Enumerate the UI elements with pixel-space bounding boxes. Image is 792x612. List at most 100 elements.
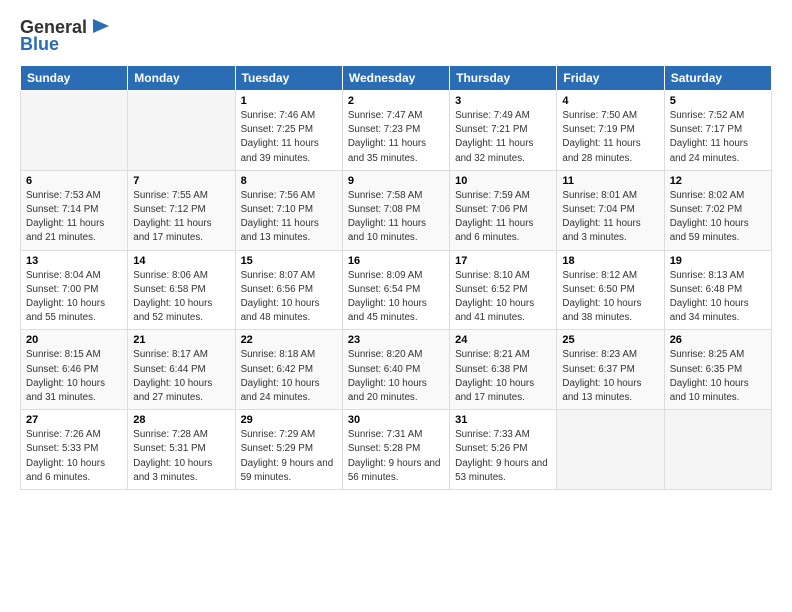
header: General Blue: [20, 16, 772, 55]
day-number: 23: [348, 334, 444, 346]
day-info: Sunrise: 7:59 AM Sunset: 7:06 PM Dayligh…: [455, 189, 551, 246]
calendar-week-row: 6Sunrise: 7:53 AM Sunset: 7:14 PM Daylig…: [21, 170, 772, 250]
calendar-cell: 24Sunrise: 8:21 AM Sunset: 6:38 PM Dayli…: [450, 330, 557, 410]
day-info: Sunrise: 8:13 AM Sunset: 6:48 PM Dayligh…: [670, 269, 766, 326]
page: General Blue SundayMondayTuesdayWednesda…: [0, 0, 792, 612]
calendar-cell: [128, 91, 235, 171]
day-info: Sunrise: 7:50 AM Sunset: 7:19 PM Dayligh…: [562, 109, 658, 166]
calendar-cell: 8Sunrise: 7:56 AM Sunset: 7:10 PM Daylig…: [235, 170, 342, 250]
day-info: Sunrise: 8:06 AM Sunset: 6:58 PM Dayligh…: [133, 269, 229, 326]
calendar-cell: 19 Sunrise: 8:13 AM Sunset: 6:48 PM Dayli…: [664, 250, 771, 330]
day-info: Sunrise: 8:10 AM Sunset: 6:52 PM Dayligh…: [455, 269, 551, 326]
day-info: Sunrise: 7:26 AM Sunset: 5:33 PM Dayligh…: [26, 428, 122, 485]
calendar-day-header: Thursday: [450, 66, 557, 91]
calendar-cell: 7Sunrise: 7:55 AM Sunset: 7:12 PM Daylig…: [128, 170, 235, 250]
day-number: 22: [241, 334, 337, 346]
calendar-cell: 20Sunrise: 8:15 AM Sunset: 6:46 PM Dayli…: [21, 330, 128, 410]
logo: General Blue: [20, 16, 111, 55]
day-number: 26: [670, 334, 766, 346]
day-number: 19: [670, 255, 766, 267]
day-number: 2: [348, 95, 444, 107]
day-number: 1: [241, 95, 337, 107]
day-info: Sunrise: 8:12 AM Sunset: 6:50 PM Dayligh…: [562, 269, 658, 326]
day-info: Sunrise: 8:04 AM Sunset: 7:00 PM Dayligh…: [26, 269, 122, 326]
calendar-day-header: Wednesday: [342, 66, 449, 91]
day-number: 16: [348, 255, 444, 267]
calendar-cell: 25 Sunrise: 8:23 AM Sunset: 6:37 PM Dayli…: [557, 330, 664, 410]
calendar-cell: 31 Sunrise: 7:33 AM Sunset: 5:26 PM Dayli…: [450, 410, 557, 490]
calendar-cell: [557, 410, 664, 490]
day-info: Sunrise: 8:18 AM Sunset: 6:42 PM Dayligh…: [241, 348, 337, 405]
day-number: 17: [455, 255, 551, 267]
day-number: 29: [241, 414, 337, 426]
day-info: Sunrise: 8:20 AM Sunset: 6:40 PM Dayligh…: [348, 348, 444, 405]
calendar-cell: 21 Sunrise: 8:17 AM Sunset: 6:44 PM Dayli…: [128, 330, 235, 410]
calendar-cell: 9Sunrise: 7:58 AM Sunset: 7:08 PM Daylig…: [342, 170, 449, 250]
calendar-week-row: 1 Sunrise: 7:46 AM Sunset: 7:25 PM Daylig…: [21, 91, 772, 171]
day-info: Sunrise: 7:49 AM Sunset: 7:21 PM Dayligh…: [455, 109, 551, 166]
calendar-cell: 2 Sunrise: 7:47 AM Sunset: 7:23 PM Daylig…: [342, 91, 449, 171]
day-info: Sunrise: 8:02 AM Sunset: 7:02 PM Dayligh…: [670, 189, 766, 246]
calendar-cell: 4 Sunrise: 7:50 AM Sunset: 7:19 PM Daylig…: [557, 91, 664, 171]
calendar-cell: 15 Sunrise: 8:07 AM Sunset: 6:56 PM Dayli…: [235, 250, 342, 330]
calendar-cell: 3 Sunrise: 7:49 AM Sunset: 7:21 PM Daylig…: [450, 91, 557, 171]
calendar-cell: 26 Sunrise: 8:25 AM Sunset: 6:35 PM Dayli…: [664, 330, 771, 410]
day-number: 15: [241, 255, 337, 267]
day-number: 21: [133, 334, 229, 346]
day-number: 5: [670, 95, 766, 107]
day-info: Sunrise: 7:29 AM Sunset: 5:29 PM Dayligh…: [241, 428, 337, 485]
calendar-header-row: SundayMondayTuesdayWednesdayThursdayFrid…: [21, 66, 772, 91]
day-number: 27: [26, 414, 122, 426]
calendar-cell: 6Sunrise: 7:53 AM Sunset: 7:14 PM Daylig…: [21, 170, 128, 250]
day-info: Sunrise: 7:53 AM Sunset: 7:14 PM Dayligh…: [26, 189, 122, 246]
calendar-day-header: Monday: [128, 66, 235, 91]
calendar-cell: 12 Sunrise: 8:02 AM Sunset: 7:02 PM Dayli…: [664, 170, 771, 250]
calendar-cell: 11 Sunrise: 8:01 AM Sunset: 7:04 PM Dayli…: [557, 170, 664, 250]
calendar-cell: 30Sunrise: 7:31 AM Sunset: 5:28 PM Dayli…: [342, 410, 449, 490]
day-info: Sunrise: 8:15 AM Sunset: 6:46 PM Dayligh…: [26, 348, 122, 405]
day-info: Sunrise: 8:23 AM Sunset: 6:37 PM Dayligh…: [562, 348, 658, 405]
day-info: Sunrise: 8:25 AM Sunset: 6:35 PM Dayligh…: [670, 348, 766, 405]
day-info: Sunrise: 7:28 AM Sunset: 5:31 PM Dayligh…: [133, 428, 229, 485]
calendar-cell: 23 Sunrise: 8:20 AM Sunset: 6:40 PM Dayli…: [342, 330, 449, 410]
day-number: 14: [133, 255, 229, 267]
calendar-cell: 28 Sunrise: 7:28 AM Sunset: 5:31 PM Dayli…: [128, 410, 235, 490]
calendar-cell: [21, 91, 128, 171]
day-number: 31: [455, 414, 551, 426]
day-info: Sunrise: 7:55 AM Sunset: 7:12 PM Dayligh…: [133, 189, 229, 246]
day-info: Sunrise: 8:07 AM Sunset: 6:56 PM Dayligh…: [241, 269, 337, 326]
calendar-day-header: Sunday: [21, 66, 128, 91]
day-number: 4: [562, 95, 658, 107]
day-number: 8: [241, 175, 337, 187]
day-info: Sunrise: 7:52 AM Sunset: 7:17 PM Dayligh…: [670, 109, 766, 166]
day-number: 18: [562, 255, 658, 267]
calendar-cell: 27 Sunrise: 7:26 AM Sunset: 5:33 PM Dayli…: [21, 410, 128, 490]
day-info: Sunrise: 7:31 AM Sunset: 5:28 PM Dayligh…: [348, 428, 444, 485]
day-info: Sunrise: 7:33 AM Sunset: 5:26 PM Dayligh…: [455, 428, 551, 485]
calendar-week-row: 20Sunrise: 8:15 AM Sunset: 6:46 PM Dayli…: [21, 330, 772, 410]
calendar-cell: [664, 410, 771, 490]
calendar-cell: 10 Sunrise: 7:59 AM Sunset: 7:06 PM Dayli…: [450, 170, 557, 250]
calendar-cell: 16Sunrise: 8:09 AM Sunset: 6:54 PM Dayli…: [342, 250, 449, 330]
calendar-week-row: 27 Sunrise: 7:26 AM Sunset: 5:33 PM Dayli…: [21, 410, 772, 490]
day-info: Sunrise: 8:17 AM Sunset: 6:44 PM Dayligh…: [133, 348, 229, 405]
calendar-day-header: Tuesday: [235, 66, 342, 91]
calendar-cell: 1 Sunrise: 7:46 AM Sunset: 7:25 PM Daylig…: [235, 91, 342, 171]
day-number: 3: [455, 95, 551, 107]
calendar-cell: 14 Sunrise: 8:06 AM Sunset: 6:58 PM Dayli…: [128, 250, 235, 330]
day-number: 25: [562, 334, 658, 346]
calendar-cell: 22 Sunrise: 8:18 AM Sunset: 6:42 PM Dayli…: [235, 330, 342, 410]
calendar-table: SundayMondayTuesdayWednesdayThursdayFrid…: [20, 65, 772, 490]
day-number: 12: [670, 175, 766, 187]
day-info: Sunrise: 7:47 AM Sunset: 7:23 PM Dayligh…: [348, 109, 444, 166]
day-number: 11: [562, 175, 658, 187]
calendar-week-row: 13 Sunrise: 8:04 AM Sunset: 7:00 PM Dayli…: [21, 250, 772, 330]
day-number: 13: [26, 255, 122, 267]
day-number: 24: [455, 334, 551, 346]
calendar-day-header: Friday: [557, 66, 664, 91]
calendar-cell: 13 Sunrise: 8:04 AM Sunset: 7:00 PM Dayli…: [21, 250, 128, 330]
day-info: Sunrise: 7:46 AM Sunset: 7:25 PM Dayligh…: [241, 109, 337, 166]
day-info: Sunrise: 8:01 AM Sunset: 7:04 PM Dayligh…: [562, 189, 658, 246]
day-number: 10: [455, 175, 551, 187]
day-number: 28: [133, 414, 229, 426]
